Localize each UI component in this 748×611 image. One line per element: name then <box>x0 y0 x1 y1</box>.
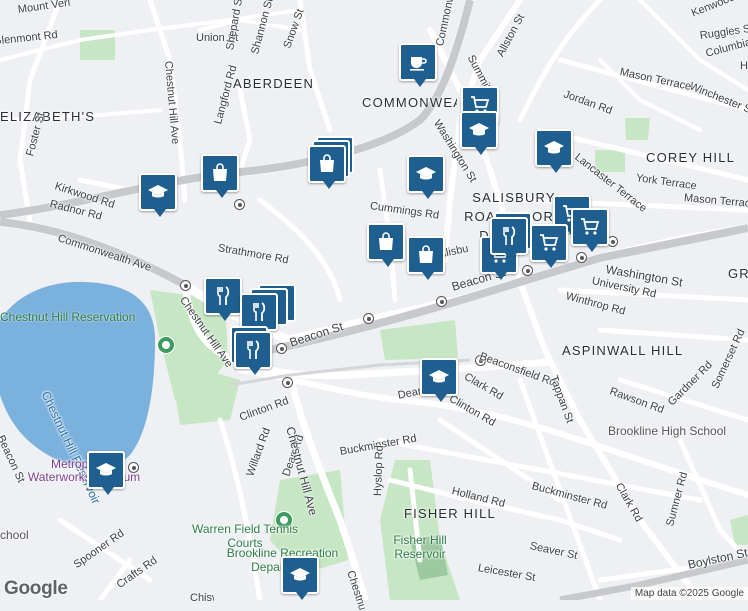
area-label: ELIZABETH'S <box>0 109 96 124</box>
school-marker[interactable] <box>460 111 498 155</box>
transit-stop-icon[interactable] <box>436 296 447 307</box>
school-marker[interactable] <box>407 155 445 199</box>
shopping-marker[interactable] <box>367 223 405 267</box>
graduation-cap-icon <box>544 141 564 154</box>
graduation-cap-icon <box>429 370 449 383</box>
area-label: COREY HILL <box>646 150 736 165</box>
restaurant-marker[interactable] <box>234 331 272 375</box>
transit-stop-icon[interactable] <box>282 377 293 388</box>
shopping-bag-icon <box>320 154 334 172</box>
street-label: Hyslop Rd <box>372 445 386 497</box>
fork-knife-icon <box>503 226 516 245</box>
poi-label: Chestnut Hill Reservation <box>0 310 136 324</box>
school-marker[interactable] <box>281 556 319 600</box>
map-attribution[interactable]: Map data ©2025 Google <box>630 587 748 600</box>
poi-label: Brookline High School <box>608 424 727 438</box>
transit-stop-icon[interactable] <box>276 343 287 354</box>
fork-knife-icon <box>247 340 260 359</box>
street-label: Chiswick Rd <box>190 592 214 604</box>
coffee-icon <box>410 57 427 71</box>
school-marker[interactable] <box>420 358 458 402</box>
transit-stop-icon[interactable] <box>363 313 374 324</box>
restaurant-marker[interactable] <box>204 277 242 321</box>
fork-knife-icon <box>253 302 266 321</box>
street-label: Hollis St <box>740 60 748 72</box>
school-marker[interactable] <box>87 451 125 495</box>
graduation-cap-icon <box>290 568 310 581</box>
area-label: ASPINWALL HILL <box>562 343 684 358</box>
park-icon[interactable] <box>157 336 175 354</box>
transit-stop-icon[interactable] <box>234 199 245 210</box>
poi-label: Metropolitan Waterworks Museum <box>27 457 141 484</box>
graduation-cap-icon <box>416 167 436 180</box>
poi-label: chool <box>0 528 29 542</box>
cart-icon <box>581 218 600 235</box>
shopping-marker[interactable] <box>407 236 445 280</box>
shopping-marker[interactable] <box>201 154 239 198</box>
transit-stop-icon[interactable] <box>576 252 587 263</box>
transit-stop-icon[interactable] <box>522 265 533 276</box>
graduation-cap-icon <box>148 185 168 198</box>
area-label: COMMONWEALTH <box>362 95 457 110</box>
graduation-cap-icon <box>96 463 116 476</box>
area-label: ABERDEEN <box>233 76 315 91</box>
grocery-marker[interactable] <box>571 208 609 252</box>
area-label: FISHER HILL <box>404 506 496 521</box>
school-marker[interactable] <box>535 129 573 173</box>
shopping-bag-icon <box>419 245 433 263</box>
area-label: GR <box>728 266 748 281</box>
grocery-marker[interactable] <box>530 224 568 268</box>
cart-icon <box>540 234 559 251</box>
google-logo: Google <box>4 578 68 599</box>
poi-label: Fisher Hill Reservoir <box>393 533 447 561</box>
shopping-bag-icon <box>379 232 393 250</box>
coffee-marker[interactable] <box>399 43 437 87</box>
restaurant-marker[interactable] <box>490 217 528 261</box>
school-marker[interactable] <box>139 173 177 217</box>
shopping-bag-icon <box>213 163 227 181</box>
graduation-cap-icon <box>469 123 489 136</box>
transit-stop-icon[interactable] <box>180 280 191 291</box>
shopping-marker[interactable] <box>308 145 346 189</box>
fork-knife-icon <box>217 286 230 305</box>
